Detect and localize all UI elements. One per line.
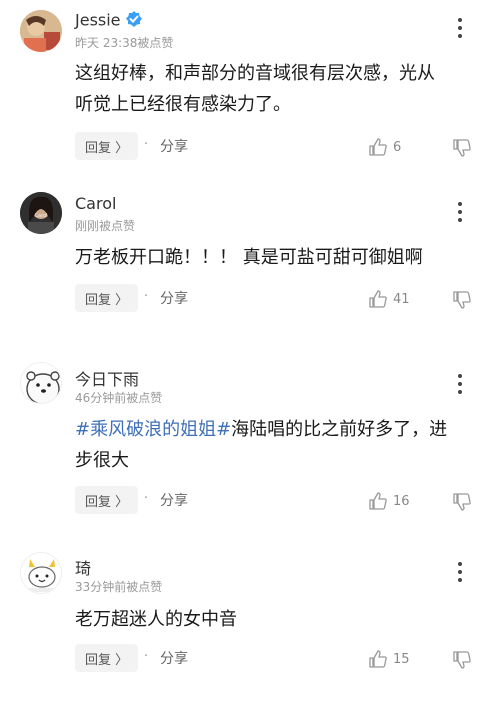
liked-time: 刚刚被点赞: [75, 219, 136, 233]
dislike-button[interactable]: [452, 290, 472, 314]
avatar[interactable]: [20, 10, 62, 52]
liked-time: 46分钟前被点赞: [75, 391, 163, 405]
comment-item: Carol Carol 刚刚被点赞 万老板开口跪！！！ 真是可盐可甜可御姐啊 回…: [0, 180, 492, 330]
comment-text: #乘风破浪的姐姐#海陆唱的比之前好多了，进 步很大: [75, 419, 448, 471]
like-button[interactable]: 15: [368, 649, 410, 669]
thumbs-down-icon: [453, 651, 471, 669]
share-button[interactable]: 分享: [160, 136, 188, 156]
like-count: 41: [393, 291, 410, 307]
separator-dot: ·: [144, 137, 149, 152]
comment-text: 万老板开口跪！！！ 真是可盐可甜可御姐啊: [75, 247, 423, 268]
comment-item: 今日下雨 46分钟前被点赞 #乘风破浪的姐姐#海陆唱的比之前好多了，进 步很大 …: [0, 350, 492, 530]
thumbs-down-icon: [453, 493, 471, 511]
reply-button[interactable]: 回复 〉: [75, 284, 139, 312]
thumbs-down-icon: [453, 139, 471, 157]
more-options-icon[interactable]: [449, 558, 471, 586]
avatar[interactable]: [20, 552, 62, 594]
like-button[interactable]: 6: [368, 137, 401, 157]
like-count: 15: [393, 651, 410, 667]
comment-text: 这组好棒，和声部分的音域很有层次感，光从 听觉上已经很有感染力了。: [75, 63, 435, 115]
dislike-button[interactable]: [452, 138, 472, 162]
more-options-icon[interactable]: [449, 14, 471, 42]
more-options-icon[interactable]: [449, 198, 471, 226]
comment-item: 琦 33分钟前被点赞 老万超迷人的女中音 回复 〉 · 分享 15: [0, 540, 492, 701]
cartoon-avatar-icon: [21, 553, 61, 593]
like-button[interactable]: 41: [368, 289, 410, 309]
username[interactable]: Jessie: [75, 10, 143, 32]
dislike-button[interactable]: [452, 650, 472, 674]
username[interactable]: 琦: [75, 555, 91, 579]
username[interactable]: Carol: [75, 194, 116, 213]
reply-button[interactable]: 回复 〉: [75, 132, 139, 160]
thumbs-up-icon: [369, 492, 387, 510]
separator-dot: ·: [144, 491, 149, 506]
username[interactable]: 今日下雨: [75, 366, 139, 390]
share-button[interactable]: 分享: [160, 490, 188, 510]
comment-text: 老万超迷人的女中音: [75, 609, 237, 630]
thumbs-up-icon: [369, 138, 387, 156]
liked-time: 33分钟前被点赞: [75, 580, 163, 594]
thumbs-down-icon: [453, 291, 471, 309]
avatar-caption: Carol: [34, 213, 48, 219]
share-button[interactable]: 分享: [160, 288, 188, 308]
separator-dot: ·: [144, 289, 149, 304]
reply-button[interactable]: 回复 〉: [75, 486, 139, 514]
liked-time: 昨天 23:38被点赞: [75, 36, 174, 50]
reply-button[interactable]: 回复 〉: [75, 644, 139, 672]
avatar[interactable]: [20, 362, 62, 404]
hashtag-link[interactable]: #乘风破浪的姐姐#: [75, 419, 231, 440]
separator-dot: ·: [144, 649, 149, 664]
like-count: 6: [393, 139, 402, 155]
bear-avatar-icon: [21, 363, 61, 403]
share-button[interactable]: 分享: [160, 648, 188, 668]
more-options-icon[interactable]: [449, 370, 471, 398]
like-button[interactable]: 16: [368, 491, 410, 511]
thumbs-up-icon: [369, 650, 387, 668]
photo-avatar-icon: [20, 10, 62, 52]
avatar[interactable]: Carol: [20, 192, 62, 234]
like-count: 16: [393, 493, 410, 509]
verified-badge-icon: [125, 10, 143, 32]
comment-item: Jessie 昨天 23:38被点赞 这组好棒，和声部分的音域很有层次感，光从 …: [0, 0, 492, 170]
thumbs-up-icon: [369, 290, 387, 308]
dislike-button[interactable]: [452, 492, 472, 516]
